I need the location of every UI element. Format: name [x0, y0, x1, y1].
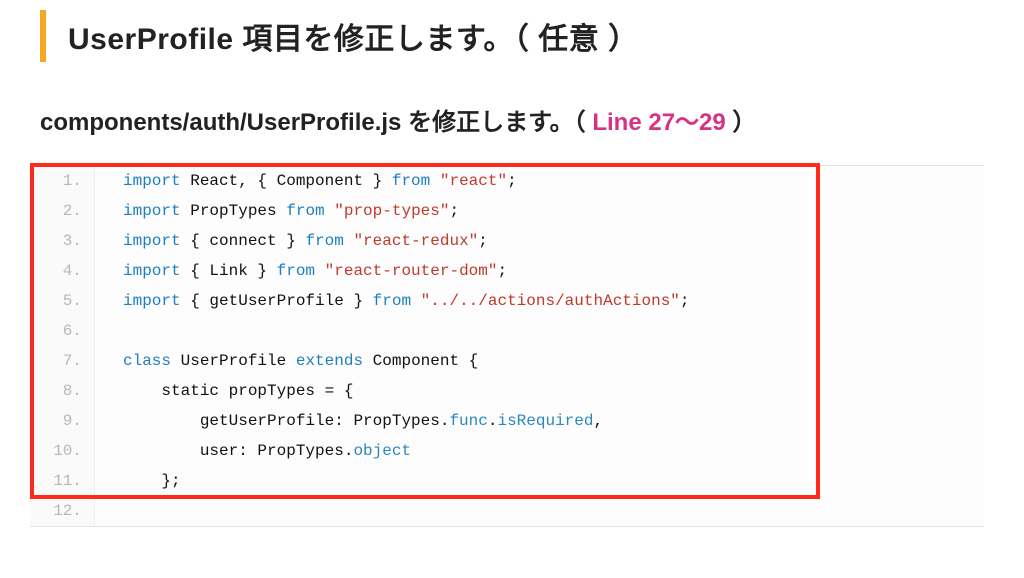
code-line: 12.: [30, 496, 984, 526]
line-content: class UserProfile extends Component {: [95, 346, 984, 376]
page: UserProfile 項目を修正します。（ 任意 ） components/a…: [0, 0, 1024, 527]
code-block: 1.import React, { Component } from "reac…: [30, 165, 984, 527]
subheading-line-range: Line 27〜29: [592, 109, 725, 136]
code-line: 2.import PropTypes from "prop-types";: [30, 196, 984, 226]
code-line: 1.import React, { Component } from "reac…: [30, 166, 984, 196]
line-number: 2.: [30, 196, 95, 226]
line-number: 11.: [30, 466, 95, 496]
subheading-close: ）: [726, 109, 757, 136]
code-line: 9. getUserProfile: PropTypes.func.isRequ…: [30, 406, 984, 436]
code-line: 10. user: PropTypes.object: [30, 436, 984, 466]
line-number: 10.: [30, 436, 95, 466]
line-number: 8.: [30, 376, 95, 406]
code-line: 4.import { Link } from "react-router-dom…: [30, 256, 984, 286]
line-content: };: [95, 466, 984, 496]
code-line: 5.import { getUserProfile } from "../../…: [30, 286, 984, 316]
code-line: 11. };: [30, 466, 984, 496]
subheading: components/auth/UserProfile.js を修正します。（ …: [40, 102, 984, 137]
code-line: 3.import { connect } from "react-redux";: [30, 226, 984, 256]
code-block-wrapper: 1.import React, { Component } from "reac…: [30, 165, 984, 527]
line-number: 5.: [30, 286, 95, 316]
heading-accent-bar: [40, 10, 46, 62]
line-content: getUserProfile: PropTypes.func.isRequire…: [95, 406, 984, 436]
line-content: import PropTypes from "prop-types";: [95, 196, 984, 226]
subheading-path: components/auth/UserProfile.js: [40, 109, 401, 136]
line-content: import React, { Component } from "react"…: [95, 166, 984, 196]
line-number: 9.: [30, 406, 95, 436]
code-line: 6.: [30, 316, 984, 346]
line-content: user: PropTypes.object: [95, 436, 984, 466]
line-number: 6.: [30, 316, 95, 346]
line-number: 3.: [30, 226, 95, 256]
line-number: 7.: [30, 346, 95, 376]
line-content: static propTypes = {: [95, 376, 984, 406]
heading-title: UserProfile 項目を修正します。（ 任意 ）: [68, 10, 639, 62]
line-number: 1.: [30, 166, 95, 196]
subheading-tail: を修正します。（: [401, 109, 592, 136]
line-content: [95, 316, 984, 346]
line-number: 12.: [30, 496, 95, 526]
line-content: [95, 496, 984, 526]
code-line: 7.class UserProfile extends Component {: [30, 346, 984, 376]
line-content: import { connect } from "react-redux";: [95, 226, 984, 256]
line-number: 4.: [30, 256, 95, 286]
code-line: 8. static propTypes = {: [30, 376, 984, 406]
line-content: import { Link } from "react-router-dom";: [95, 256, 984, 286]
section-heading: UserProfile 項目を修正します。（ 任意 ）: [40, 10, 984, 62]
line-content: import { getUserProfile } from "../../ac…: [95, 286, 984, 316]
